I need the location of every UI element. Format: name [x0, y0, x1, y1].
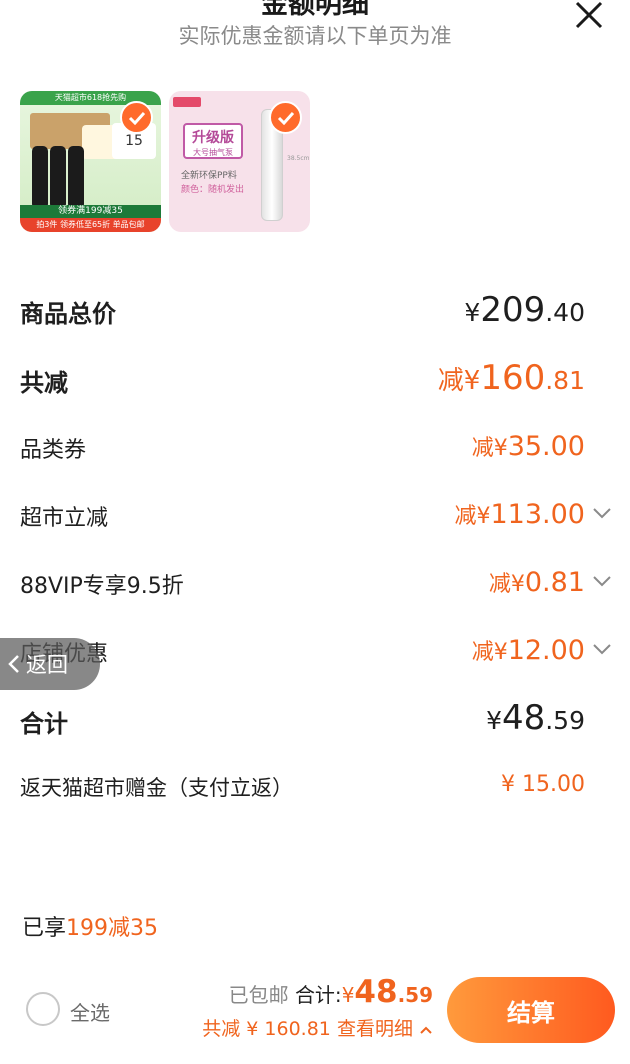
amount-int: 0	[524, 567, 543, 598]
product-desc-line: 全新环保PP料	[181, 171, 237, 181]
product-desc: 全新环保PP料 颜色：随机发出	[181, 169, 244, 197]
amount-dec: .00	[542, 499, 585, 530]
store-discount-value[interactable]: 减¥12.00	[472, 634, 585, 666]
reduce-prefix: 减¥	[437, 366, 481, 396]
total-price-value: ¥209.40	[464, 290, 585, 330]
checkout-button[interactable]: 结算	[447, 977, 615, 1043]
check-icon	[128, 111, 145, 125]
amount-dec: .00	[542, 431, 585, 462]
total-reduce-value: 减¥160.81	[438, 358, 585, 398]
brand-badge	[173, 97, 201, 107]
back-label: 返回	[26, 653, 68, 677]
reduce-prefix: 减¥	[471, 640, 508, 665]
product-promo-bar: 拍3件 领券低至65折 单品包邮	[20, 218, 161, 232]
chevron-left-icon	[8, 655, 19, 673]
amount-dec: .00	[542, 635, 585, 666]
product-thumb-1[interactable]: 天猫超市618抢先购 15 领券满199减35 拍3件 领券低至65折 单品包邮	[20, 91, 161, 232]
selected-check[interactable]	[269, 101, 302, 134]
page-title: 金额明细	[261, 0, 369, 20]
close-icon	[575, 1, 603, 29]
enjoyed-promo: 已享199减35	[22, 910, 158, 942]
amount-int: 209	[480, 290, 546, 330]
enjoyed-value: 199减35	[66, 916, 159, 941]
market-discount-label: 超市立减	[20, 506, 109, 531]
amount-dec: .59	[397, 983, 433, 1007]
amount-dec: .59	[545, 706, 585, 735]
currency: ¥	[341, 983, 355, 1007]
amount-int: 160	[480, 358, 546, 398]
amount-int: 35	[507, 431, 543, 462]
chevron-down-icon[interactable]	[592, 642, 612, 656]
amount-int: 48	[501, 698, 546, 738]
saved-amount: 共减 ¥ 160.81	[202, 1018, 331, 1040]
amount-int: 12	[507, 635, 543, 666]
amount-dec: .40	[545, 298, 585, 327]
category-coupon-label: 品类券	[20, 438, 87, 463]
feature-subtitle: 大号抽气泵	[193, 148, 233, 157]
bottle-image	[50, 146, 66, 206]
product-desc-line: 颜色：随机发出	[181, 185, 245, 195]
chevron-up-icon	[420, 1026, 432, 1034]
footer-total: 已包邮 合计:¥48.59	[229, 974, 433, 1010]
amount-int: 113	[490, 499, 543, 530]
amount-dec: .81	[542, 567, 585, 598]
chevron-down-icon[interactable]	[592, 574, 612, 588]
amount-int: 48	[354, 974, 398, 1010]
reduce-prefix: 减¥	[454, 504, 491, 529]
product-dimension: 38.5cm	[287, 155, 310, 162]
reduce-prefix: 减¥	[471, 436, 508, 461]
select-all-label[interactable]: 全选	[70, 997, 110, 1026]
shipping-label: 已包邮	[228, 983, 289, 1007]
view-detail-link[interactable]: 查看明细	[337, 1018, 413, 1040]
bottle-image	[32, 146, 48, 206]
product-feature-box: 升级版 大号抽气泵	[183, 123, 243, 159]
amount-dec: .81	[545, 366, 585, 395]
rebate-label: 返天猫超市赠金（支付立返）	[20, 776, 293, 800]
page-subtitle: 实际优惠金额请以下单页为准	[178, 24, 452, 48]
reduce-prefix: 减¥	[488, 572, 525, 597]
close-button[interactable]	[572, 0, 606, 30]
total-price-label: 商品总价	[20, 300, 116, 328]
sum-label: 合计	[20, 710, 68, 738]
footer-total-label: 合计:	[294, 983, 342, 1007]
enjoyed-prefix: 已享	[22, 916, 67, 941]
product-promo: 领券满199减35	[20, 205, 161, 218]
total-reduce-label: 共减	[20, 369, 68, 397]
back-button[interactable]: 返回	[0, 638, 100, 690]
select-all-radio[interactable]	[26, 992, 60, 1026]
check-icon	[277, 111, 294, 125]
feature-title: 升级版	[192, 130, 234, 146]
product-thumb-2[interactable]: 升级版 大号抽气泵 全新环保PP料 颜色：随机发出 38.5cm	[169, 91, 310, 232]
currency: ¥	[486, 706, 502, 735]
vip-discount-value[interactable]: 减¥0.81	[489, 566, 585, 598]
bottle-image	[68, 146, 84, 206]
market-discount-value[interactable]: 减¥113.00	[455, 498, 586, 530]
category-coupon-value: 减¥35.00	[472, 430, 585, 462]
footer-saved[interactable]: 共减 ¥ 160.81 查看明细	[202, 1014, 433, 1041]
rebate-value: ¥ 15.00	[501, 772, 585, 797]
vip-discount-label: 88VIP专享9.5折	[20, 574, 184, 599]
selected-check[interactable]	[120, 101, 153, 134]
currency: ¥	[464, 298, 481, 327]
sum-value: ¥48.59	[486, 698, 585, 738]
chevron-down-icon[interactable]	[592, 506, 612, 520]
